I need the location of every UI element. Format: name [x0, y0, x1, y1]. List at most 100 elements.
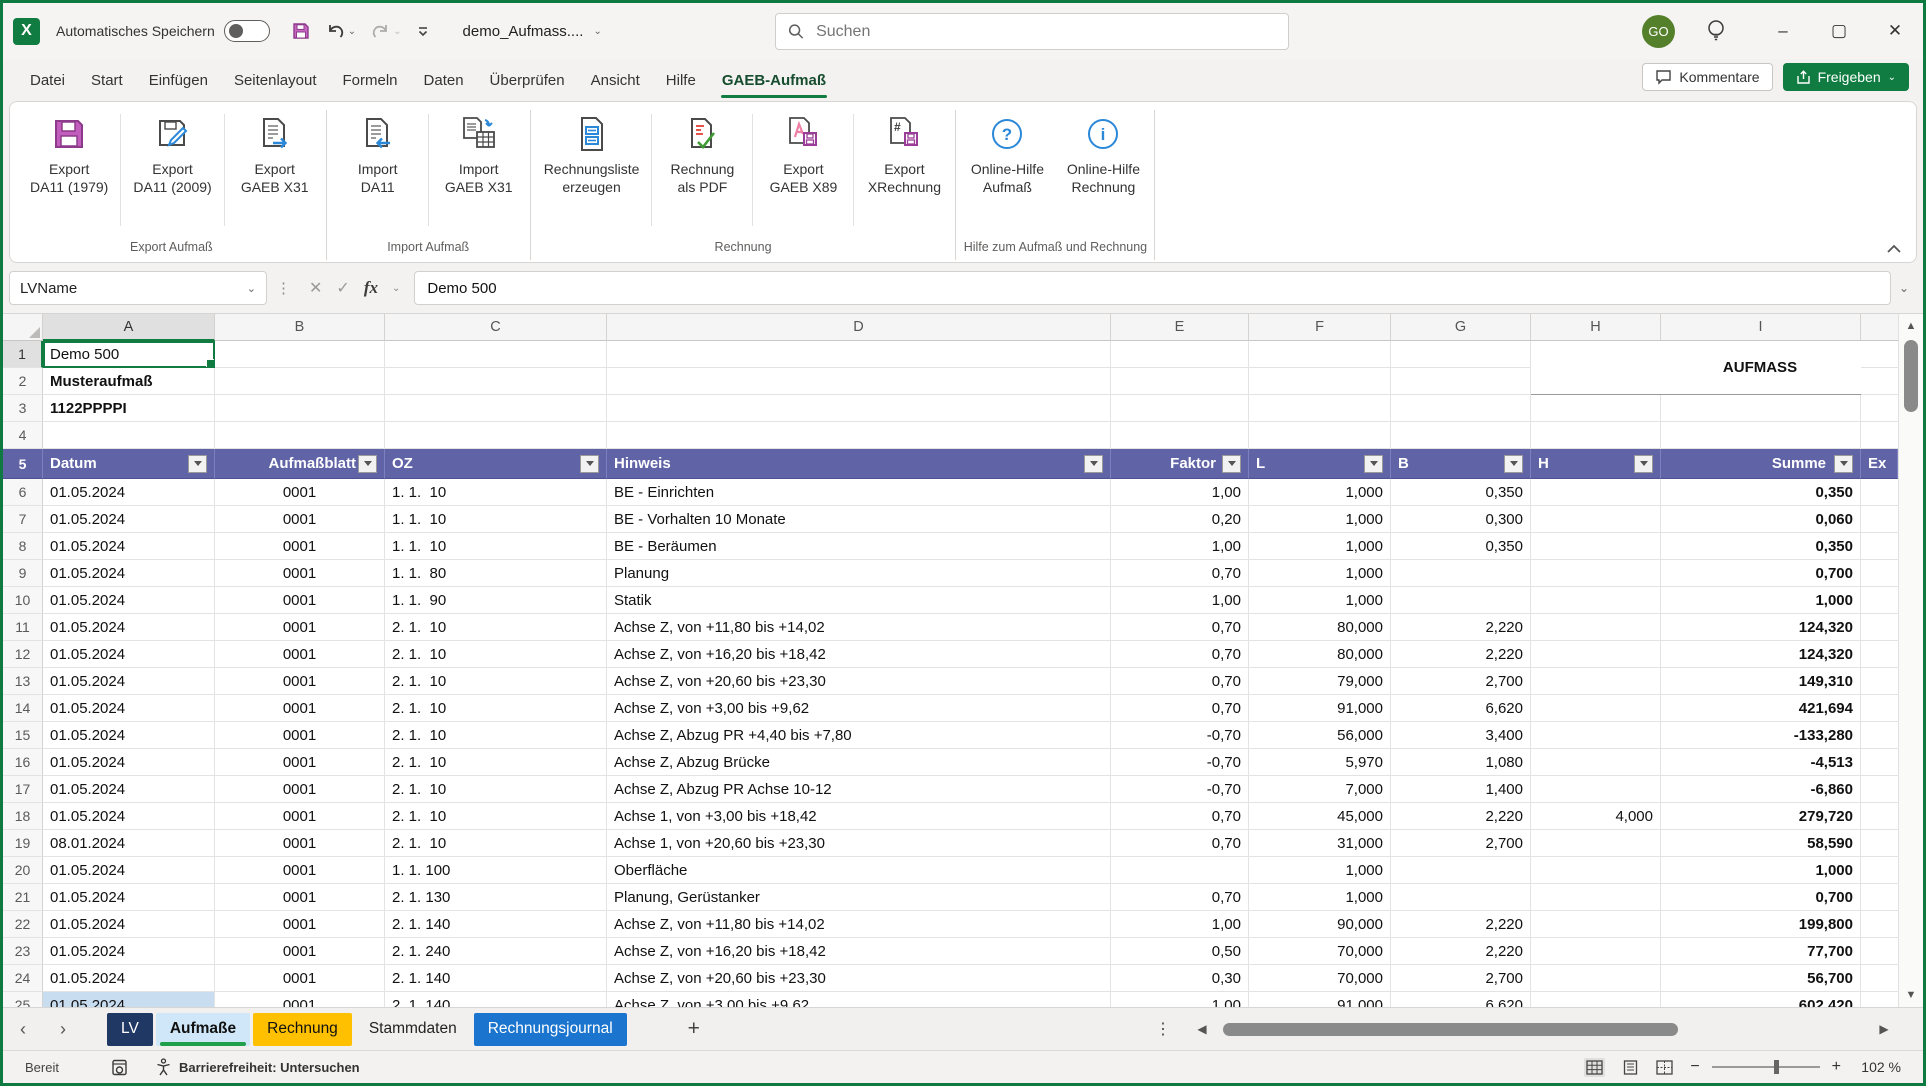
normal-view-button[interactable] [1584, 1058, 1605, 1077]
undo-button[interactable]: ⌄ [325, 21, 356, 41]
cell[interactable] [1391, 368, 1531, 395]
sheet-tab-aufmasse[interactable]: Aufmaße [156, 1013, 250, 1046]
header-datum[interactable]: Datum [43, 449, 215, 479]
row-header-3[interactable]: 3 [3, 395, 43, 422]
cell-hinweis[interactable]: Achse Z, Abzug PR +4,40 bis +7,80 [607, 722, 1111, 749]
cell-summe[interactable]: 199,800 [1661, 911, 1861, 938]
cell-l[interactable]: 91,000 [1249, 695, 1391, 722]
cell-aufmassblatt[interactable]: 0001 [215, 479, 385, 506]
cell-datum[interactable]: 01.05.2024 [43, 668, 215, 695]
cell-aufmassblatt[interactable]: 0001 [215, 668, 385, 695]
cell-faktor[interactable]: 0,70 [1111, 560, 1249, 587]
tab-ansicht[interactable]: Ansicht [578, 59, 653, 101]
column-header-partial[interactable] [1861, 314, 1898, 341]
cell-faktor[interactable]: 0,70 [1111, 884, 1249, 911]
cell-l[interactable]: 80,000 [1249, 614, 1391, 641]
header-aufmassblatt[interactable]: Aufmaßblatt [215, 449, 385, 479]
cell-hinweis[interactable]: Achse Z, von +20,60 bis +23,30 [607, 965, 1111, 992]
cell-l[interactable]: 1,000 [1249, 587, 1391, 614]
cell-oz[interactable]: 1. 1. 10 [385, 506, 607, 533]
page-layout-view-button[interactable] [1622, 1060, 1639, 1075]
accessibility-status[interactable]: Barrierefreiheit: Untersuchen [155, 1058, 360, 1076]
cell-l[interactable]: 70,000 [1249, 965, 1391, 992]
cell-hinweis[interactable]: BE - Einrichten [607, 479, 1111, 506]
cell[interactable] [385, 368, 607, 395]
cell-hinweis[interactable]: Achse Z, von +3,00 bis +9,62 [607, 992, 1111, 1007]
row-header[interactable]: 9 [3, 560, 43, 587]
tab-ueberpruefen[interactable]: Überprüfen [477, 59, 578, 101]
cell-h[interactable] [1531, 587, 1661, 614]
cell-faktor[interactable]: -0,70 [1111, 776, 1249, 803]
cell-l[interactable]: 80,000 [1249, 641, 1391, 668]
row-header[interactable]: 25 [3, 992, 43, 1007]
cell-datum[interactable]: 01.05.2024 [43, 722, 215, 749]
cell-summe[interactable]: 421,694 [1661, 695, 1861, 722]
row-header[interactable]: 6 [3, 479, 43, 506]
filter-button[interactable] [1634, 455, 1653, 473]
collapse-ribbon-icon[interactable] [1886, 244, 1902, 254]
header-faktor[interactable]: Faktor [1111, 449, 1249, 479]
cell-h[interactable] [1531, 560, 1661, 587]
cell-hinweis[interactable]: Statik [607, 587, 1111, 614]
comments-button[interactable]: Kommentare [1642, 63, 1772, 91]
cell-b[interactable]: 0,300 [1391, 506, 1531, 533]
cell-datum[interactable]: 08.01.2024 [43, 830, 215, 857]
cell-summe[interactable]: 1,000 [1661, 857, 1861, 884]
cell-datum[interactable]: 01.05.2024 [43, 776, 215, 803]
cell-summe[interactable]: 0,700 [1661, 884, 1861, 911]
cell-oz[interactable]: 1. 1. 100 [385, 857, 607, 884]
tab-seitenlayout[interactable]: Seitenlayout [221, 59, 330, 101]
cell-faktor[interactable]: 1,00 [1111, 911, 1249, 938]
expand-formula-bar-icon[interactable]: ⌄ [1897, 281, 1917, 295]
cell-datum[interactable]: 01.05.2024 [43, 884, 215, 911]
header-l[interactable]: L [1249, 449, 1391, 479]
cell-faktor[interactable]: 1,00 [1111, 587, 1249, 614]
cell-faktor[interactable]: -0,70 [1111, 749, 1249, 776]
export-da11-1979-button[interactable]: Export DA11 (1979) [20, 108, 118, 236]
page-break-view-button[interactable] [1656, 1060, 1673, 1075]
cell-hinweis[interactable]: Planung, Gerüstanker [607, 884, 1111, 911]
cell-l[interactable]: 7,000 [1249, 776, 1391, 803]
aufmass-merged-cell[interactable]: AUFMASS [1531, 341, 1861, 395]
cell-l[interactable]: 1,000 [1249, 479, 1391, 506]
cell-h[interactable] [1531, 506, 1661, 533]
cell-hinweis[interactable]: Achse Z, von +11,80 bis +14,02 [607, 614, 1111, 641]
cell-l[interactable]: 1,000 [1249, 884, 1391, 911]
filter-button[interactable] [1222, 455, 1241, 473]
cell-oz[interactable]: 2. 1. 10 [385, 749, 607, 776]
cell-aufmassblatt[interactable]: 0001 [215, 776, 385, 803]
cell-faktor[interactable]: 0,70 [1111, 668, 1249, 695]
row-header[interactable]: 17 [3, 776, 43, 803]
cell-summe[interactable]: 0,350 [1661, 533, 1861, 560]
cell-l[interactable]: 1,000 [1249, 533, 1391, 560]
cell-faktor[interactable]: 1,00 [1111, 479, 1249, 506]
cell-b[interactable]: 2,220 [1391, 614, 1531, 641]
cell-summe[interactable]: -4,513 [1661, 749, 1861, 776]
cell-oz[interactable]: 1. 1. 10 [385, 479, 607, 506]
cell-faktor[interactable]: 1,00 [1111, 533, 1249, 560]
cell[interactable] [1391, 422, 1531, 449]
cell-hinweis[interactable]: BE - Beräumen [607, 533, 1111, 560]
cell-oz[interactable]: 2. 1. 10 [385, 641, 607, 668]
cell-b[interactable] [1391, 587, 1531, 614]
cell-faktor[interactable]: 0,70 [1111, 641, 1249, 668]
row-header[interactable]: 24 [3, 965, 43, 992]
cell-aufmassblatt[interactable]: 0001 [215, 506, 385, 533]
insert-function-icon[interactable]: fx [364, 278, 378, 298]
cell[interactable] [1111, 422, 1249, 449]
cell-h[interactable]: 4,000 [1531, 803, 1661, 830]
cell-h[interactable] [1531, 695, 1661, 722]
import-da11-button[interactable]: Import DA11 [330, 108, 426, 236]
name-box[interactable]: LVName ⌄ [9, 271, 267, 305]
cell[interactable] [215, 341, 385, 368]
cell[interactable] [215, 395, 385, 422]
add-sheet-button[interactable]: + [688, 1017, 700, 1041]
zoom-level[interactable]: 102 % [1853, 1059, 1901, 1075]
cell-faktor[interactable]: 0,70 [1111, 695, 1249, 722]
scroll-right-icon[interactable]: ▶ [1873, 1022, 1895, 1036]
cell-hinweis[interactable]: Achse Z, Abzug Brücke [607, 749, 1111, 776]
cell-h[interactable] [1531, 911, 1661, 938]
row-header[interactable]: 12 [3, 641, 43, 668]
cell-faktor[interactable]: 0,20 [1111, 506, 1249, 533]
export-da11-2009-button[interactable]: Export DA11 (2009) [123, 108, 221, 236]
